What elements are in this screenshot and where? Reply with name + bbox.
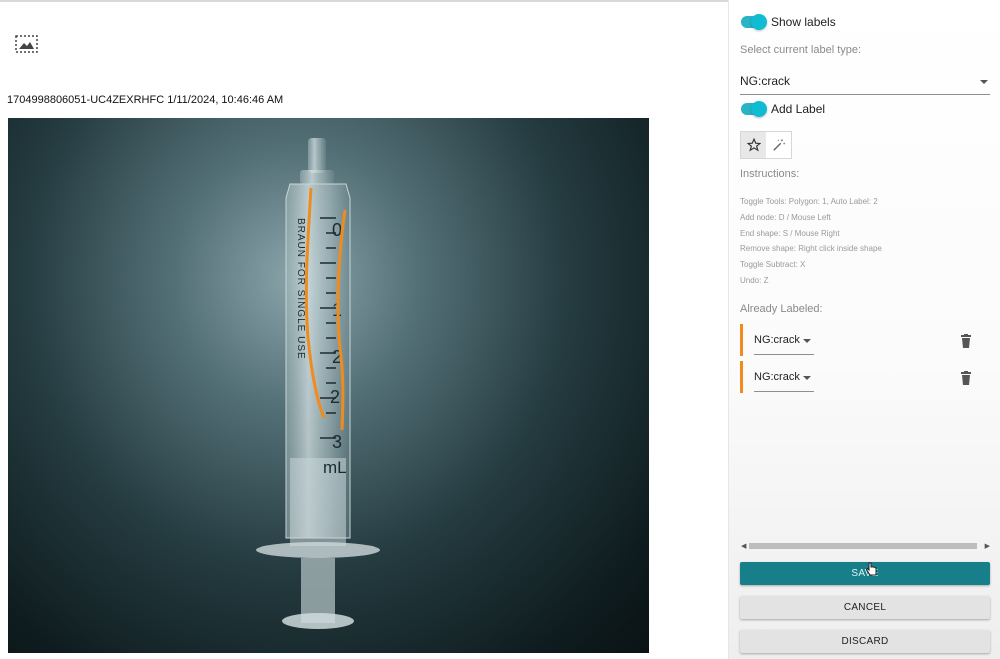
image-canvas[interactable]: 0 1 2 2 3 mL BRAUN FOR SINGLE USE bbox=[8, 118, 649, 653]
svg-text:2: 2 bbox=[330, 387, 340, 407]
instruction-line: Remove shape: Right click inside shape bbox=[740, 244, 882, 253]
labeled-item-value: NG:crack bbox=[754, 371, 800, 383]
star-icon bbox=[746, 138, 761, 152]
polygon-tool-button[interactable] bbox=[741, 132, 766, 158]
image-icon[interactable] bbox=[15, 35, 39, 55]
scroll-right-icon[interactable]: ▶ bbox=[985, 542, 990, 550]
labeled-item-select[interactable]: NG:crack bbox=[754, 361, 814, 392]
label-type-value: NG:crack bbox=[740, 74, 791, 88]
instruction-line: Undo: Z bbox=[740, 276, 769, 285]
scroll-left-icon[interactable]: ◀ bbox=[741, 542, 746, 550]
image-caption: 1704998806051-UC4ZEXRHFC 1/11/2024, 10:4… bbox=[7, 94, 284, 106]
instructions-title: Instructions: bbox=[740, 168, 800, 180]
label-color-bar bbox=[740, 324, 743, 356]
select-label-prompt: Select current label type: bbox=[740, 44, 862, 56]
tool-selector bbox=[740, 131, 792, 159]
chevron-down-icon bbox=[803, 376, 811, 380]
show-labels-toggle[interactable] bbox=[741, 14, 767, 30]
svg-text:mL: mL bbox=[323, 458, 347, 477]
labeled-item: NG:crack bbox=[740, 324, 990, 356]
show-labels-label: Show labels bbox=[771, 15, 836, 29]
trash-icon[interactable] bbox=[960, 334, 972, 348]
instruction-line: Add node: D / Mouse Left bbox=[740, 213, 831, 222]
chevron-down-icon bbox=[803, 339, 811, 343]
svg-text:BRAUN FOR SINGLE USE: BRAUN FOR SINGLE USE bbox=[295, 218, 306, 360]
label-type-select[interactable]: NG:crack bbox=[740, 68, 990, 95]
labeled-item-select[interactable]: NG:crack bbox=[754, 324, 814, 355]
labeled-item-value: NG:crack bbox=[754, 334, 800, 346]
instruction-line: Toggle Subtract: X bbox=[740, 260, 806, 269]
syringe-image: 0 1 2 2 3 mL BRAUN FOR SINGLE USE bbox=[256, 138, 380, 629]
trash-icon[interactable] bbox=[960, 371, 972, 385]
instruction-line: Toggle Tools: Polygon: 1, Auto Label: 2 bbox=[740, 197, 878, 206]
auto-label-tool-button[interactable] bbox=[766, 132, 791, 158]
scrollbar-thumb[interactable] bbox=[749, 543, 977, 549]
labeling-panel: Show labels Select current label type: N… bbox=[728, 0, 1000, 659]
cancel-button[interactable]: CANCEL bbox=[740, 596, 990, 619]
add-label-label: Add Label bbox=[771, 102, 826, 116]
label-color-bar bbox=[740, 361, 743, 393]
svg-text:3: 3 bbox=[332, 432, 342, 452]
add-label-toggle[interactable] bbox=[741, 101, 767, 117]
labeled-item: NG:crack bbox=[740, 361, 990, 393]
instruction-line: End shape: S / Mouse Right bbox=[740, 229, 840, 238]
chevron-down-icon bbox=[980, 80, 988, 84]
hand-cursor-icon bbox=[865, 562, 877, 576]
already-labeled-title: Already Labeled: bbox=[740, 303, 823, 315]
discard-button[interactable]: DISCARD bbox=[740, 630, 990, 653]
horizontal-scrollbar[interactable]: ◀ ▶ bbox=[740, 541, 991, 551]
magic-wand-icon bbox=[772, 139, 785, 151]
